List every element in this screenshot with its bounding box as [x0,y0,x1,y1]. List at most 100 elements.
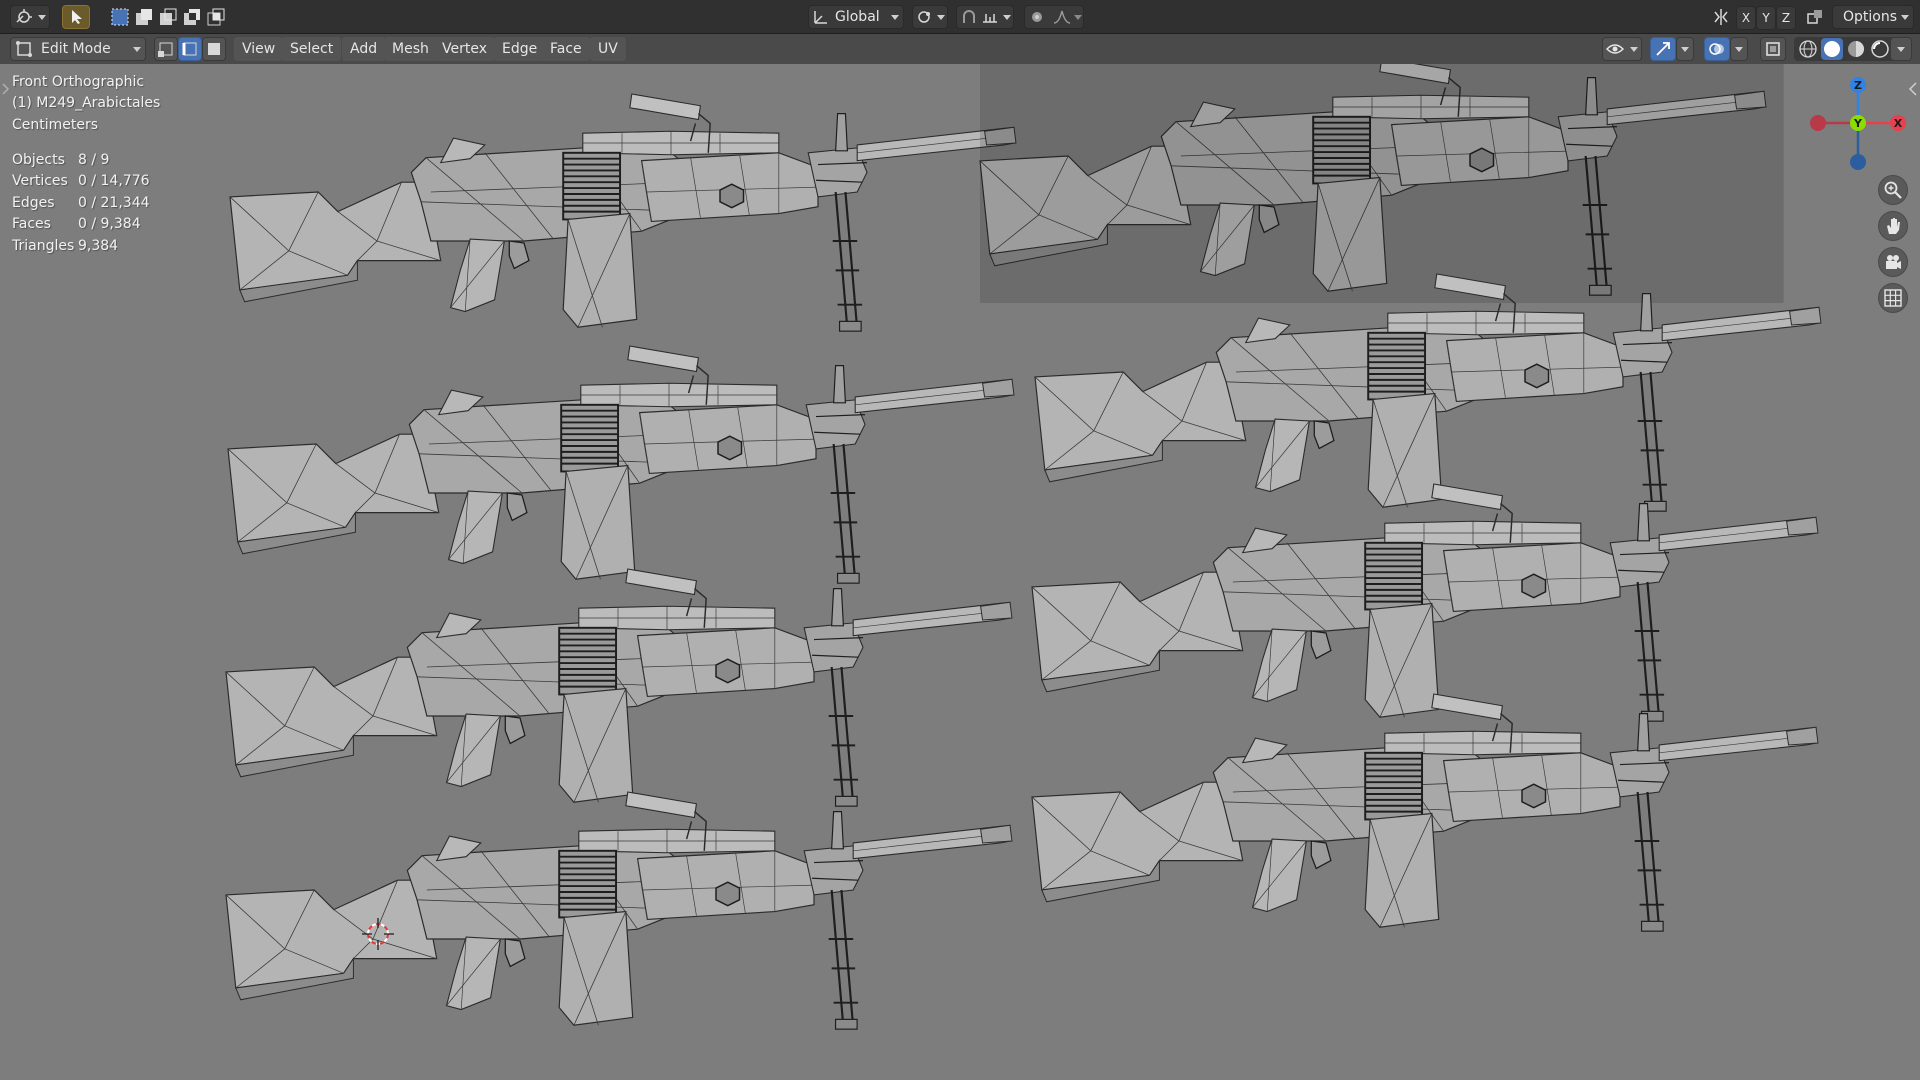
chevron-down-icon [1681,47,1689,52]
snap-toggle[interactable] [956,5,1014,29]
top-header-bar: Global X Y Z Options [0,0,1920,34]
mirror-axis-icon[interactable] [1712,8,1730,26]
face-select-mode[interactable] [202,37,226,61]
xray-toggle-icon [1766,42,1780,56]
visibility-dropdown[interactable] [1602,37,1642,61]
chevron-down-icon [1897,47,1905,52]
proportional-edit-icon [1032,12,1042,22]
overlay-toggle-icon [1709,43,1724,55]
overlay-options-dropdown[interactable] [1730,37,1748,61]
chevron-down-icon [1901,15,1909,20]
stat-faces-value: 0 / 9,384 [78,216,141,232]
proportional-edit-toggle[interactable] [1024,5,1084,29]
solid-shading-icon[interactable] [1821,38,1843,60]
select-difference-icon[interactable] [182,7,202,27]
transform-orientation-dropdown[interactable]: Global [808,5,904,29]
navigation-gizmo[interactable]: Z X Y [1803,70,1913,180]
view-name: Front Orthographic [12,74,145,90]
chevron-down-icon [1074,15,1082,20]
mirror-x-toggle[interactable]: X [1736,6,1756,30]
shading-options-dropdown[interactable] [1890,37,1912,61]
stat-edges-value: 0 / 21,344 [78,195,150,211]
menu-uv[interactable]: UV [590,37,626,61]
stat-faces-label: Faces [12,216,51,232]
mode-label: Edit Mode [41,41,111,57]
pivot-point-dropdown[interactable] [912,5,948,29]
menu-face[interactable]: Face [542,37,590,61]
vertex-select-mode[interactable] [154,37,178,61]
xray-toggle[interactable] [1760,37,1786,61]
auto-merge-icon[interactable] [1806,8,1824,26]
zoom-button[interactable] [1878,175,1908,205]
m249-instance-1[interactable] [228,92,1018,333]
select-intersect-icon[interactable] [206,7,226,27]
gizmo-z-label: Z [1854,79,1862,92]
edge-select-icon [182,42,197,56]
pivot-point-icon [918,11,930,23]
m249-instance-7[interactable] [224,790,1014,1031]
m249-instance-6[interactable] [1030,482,1820,723]
gizmo-options-dropdown[interactable] [1676,37,1694,61]
m249-instance-5[interactable] [224,567,1014,808]
orientation-axes-icon [814,11,827,24]
pan-hand-icon [1887,218,1900,234]
stat-objects-value: 8 / 9 [78,152,110,168]
chevron-down-icon [891,15,899,20]
rendered-shading-icon[interactable] [1869,38,1891,60]
face-select-icon [208,43,220,55]
shading-mode-group [1794,37,1904,61]
mode-dropdown[interactable]: Edit Mode [10,37,146,61]
eye-visibility-icon [1606,44,1624,54]
menu-select[interactable]: Select [282,37,342,61]
gizmo-x-label: X [1894,117,1903,130]
stat-edges-label: Edges [12,195,55,211]
stat-triangles-label: Triangles [12,238,75,254]
options-dropdown[interactable]: Options [1832,5,1914,29]
snap-increment-icon [983,14,997,23]
mirror-z-toggle[interactable]: Z [1776,6,1796,30]
camera-view-button[interactable] [1878,247,1908,277]
ortho-toggle-button[interactable] [1878,283,1908,313]
overlay-toggle[interactable] [1704,37,1730,61]
cursor-select-icon [72,10,82,24]
chevron-down-icon [133,47,141,52]
chevron-down-icon [1003,15,1011,20]
menu-vertex[interactable]: Vertex [434,37,496,61]
ortho-grid-icon [1884,289,1902,307]
editor-type-icon [16,9,32,23]
viewport-header-bar: Edit Mode View Select Add Mesh Vertex Ed… [0,34,1920,64]
gizmo-toggle[interactable] [1650,37,1676,61]
chevron-down-icon [937,15,945,20]
transform-orientation-label: Global [835,9,880,25]
menu-mesh[interactable]: Mesh [384,37,437,61]
stat-triangles-value: 9,384 [78,238,119,254]
stat-vertices-label: Vertices [12,173,68,189]
wireframe-shading-icon[interactable] [1797,38,1819,60]
select-extend-icon[interactable] [134,7,154,27]
chevron-down-icon [38,15,46,20]
m249-instance-2[interactable] [978,64,1784,303]
editor-type-button[interactable] [10,5,50,29]
mirror-y-toggle[interactable]: Y [1756,6,1776,30]
vertex-select-icon [158,42,173,57]
stat-vertices-value: 0 / 14,776 [78,173,150,189]
menu-view[interactable]: View [234,37,284,61]
menu-add[interactable]: Add [342,37,386,61]
select-subtract-icon[interactable] [158,7,178,27]
edge-select-mode[interactable] [178,37,202,61]
m249-instance-3[interactable] [226,344,1016,585]
falloff-curve-icon [1053,10,1071,24]
select-new-icon[interactable] [110,7,130,27]
stat-objects-label: Objects [12,152,65,168]
m249-instance-8[interactable] [1030,692,1820,933]
material-shading-icon[interactable] [1845,38,1867,60]
select-tool-button[interactable] [62,5,90,29]
menu-edge[interactable]: Edge [494,37,546,61]
3d-viewport[interactable] [0,64,1920,1080]
zoom-icon [1884,181,1902,199]
m249-instance-4[interactable] [1033,272,1823,513]
options-label: Options [1843,9,1898,25]
toolbar-expand-arrow-icon[interactable] [2,83,10,95]
pan-button[interactable] [1878,211,1908,241]
gizmo-toggle-icon [1656,42,1670,56]
